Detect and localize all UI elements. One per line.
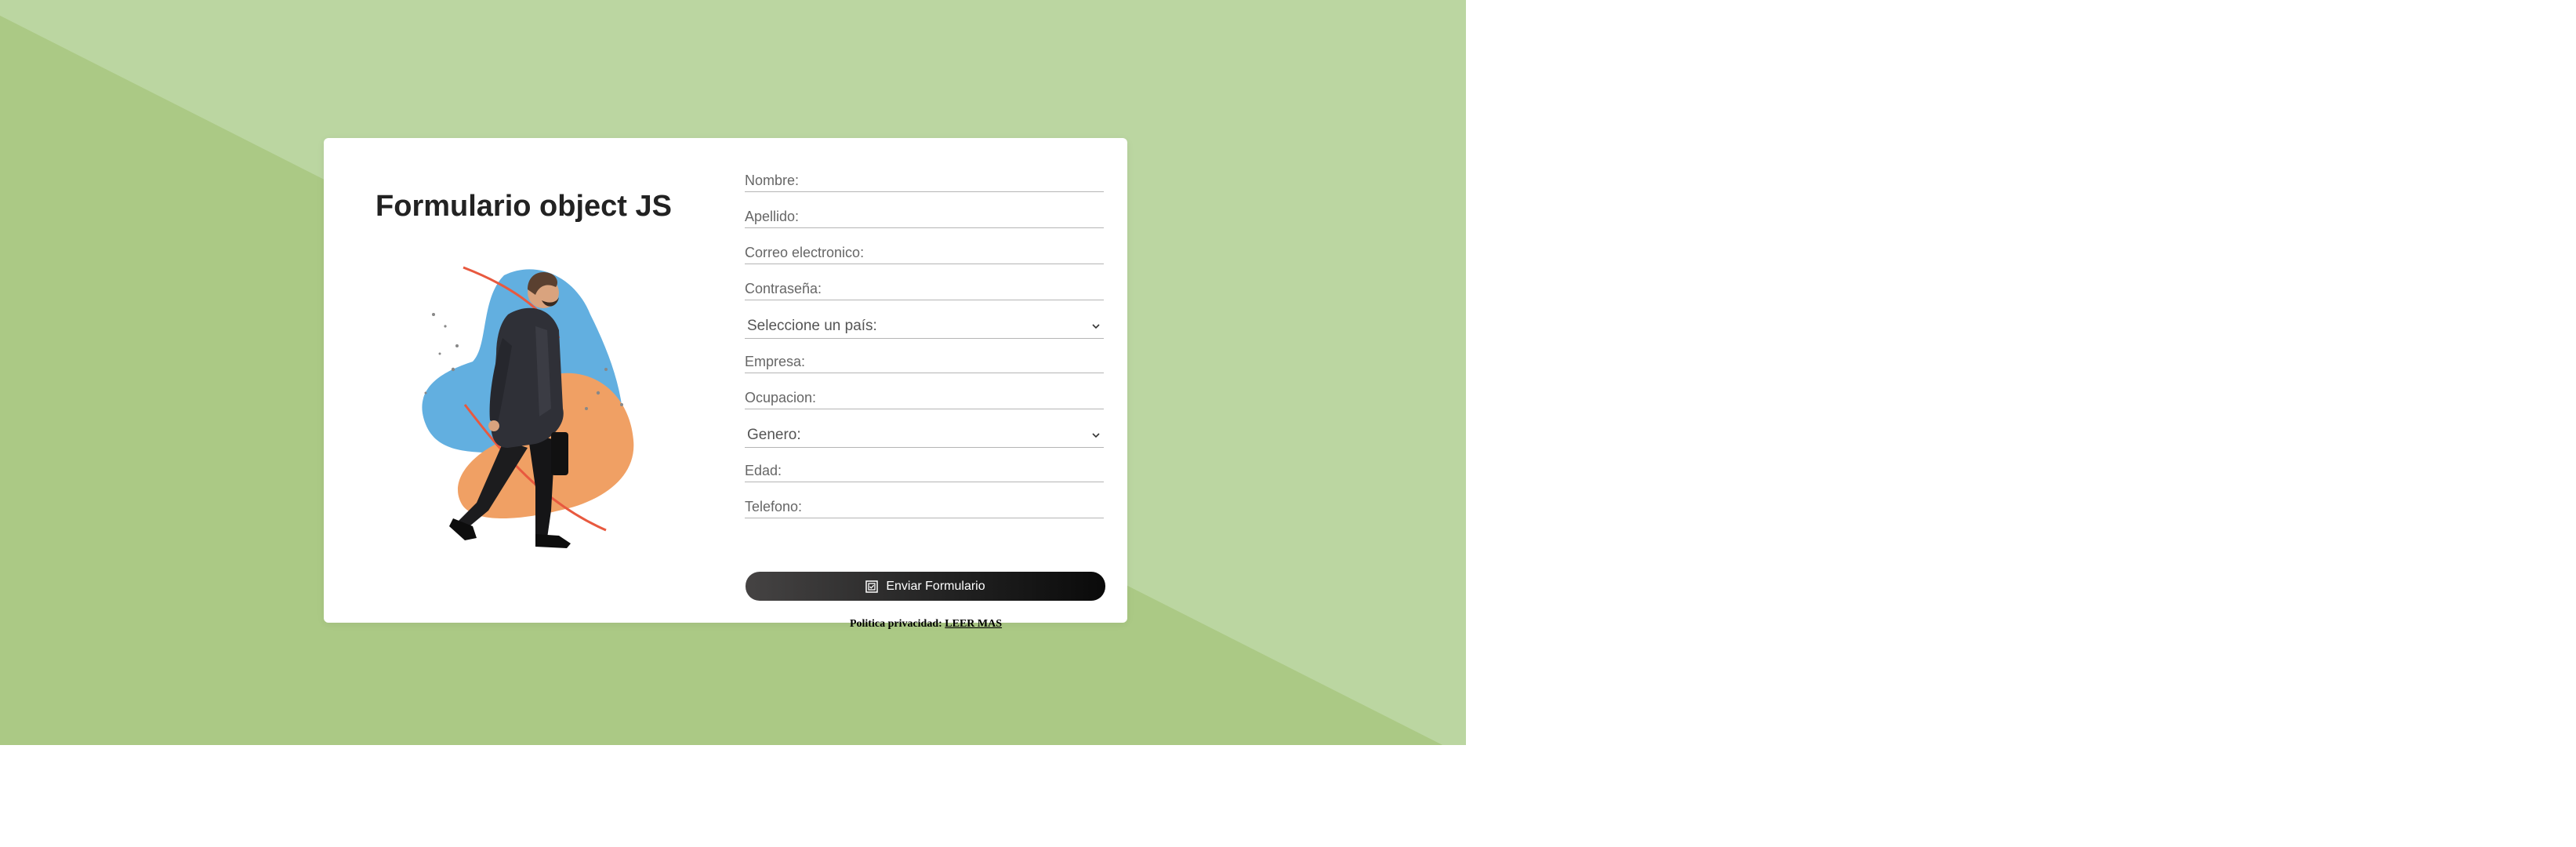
gender-select-row: Genero: (745, 423, 1109, 460)
age-field-row (745, 460, 1109, 496)
email-input[interactable] (745, 242, 1104, 264)
privacy-read-more-link[interactable]: LEER MAS (945, 618, 1002, 630)
card-left-panel: Formulario object JS (324, 138, 724, 623)
chevron-down-icon (1092, 324, 1100, 329)
privacy-label: Politica privacidad: (849, 618, 942, 630)
privacy-notice: Politica privacidad: LEER MAS (745, 618, 1107, 631)
age-input[interactable] (745, 460, 1104, 482)
page-title: Formulario object JS (376, 190, 672, 223)
company-field-row (745, 351, 1109, 387)
registration-form: Seleccione un país: Genero: (745, 169, 1109, 630)
walking-man-illustration (422, 266, 634, 548)
phone-input[interactable] (745, 496, 1104, 518)
occupation-field-row (745, 387, 1109, 423)
form-card: Formulario object JS Nombre: Apellido: C… (324, 138, 1127, 630)
lastname-field-row (745, 205, 1109, 242)
email-field-row (745, 242, 1109, 278)
phone-field-row (745, 496, 1109, 532)
checkbox-icon (865, 580, 879, 593)
country-select-value: Seleccione un país: (747, 318, 877, 334)
password-field-row (745, 278, 1109, 314)
gender-select-value: Genero: (747, 427, 801, 443)
country-select[interactable]: Seleccione un país: (745, 314, 1104, 339)
password-input[interactable] (745, 278, 1104, 300)
page-background: Formulario object JS Nombre: Apellido: C… (0, 0, 1466, 745)
company-input[interactable] (745, 351, 1104, 373)
submit-button[interactable]: Enviar Formulario (746, 572, 1105, 601)
occupation-input[interactable] (745, 387, 1104, 409)
name-field-row (745, 169, 1109, 205)
submit-button-label: Enviar Formulario (886, 579, 985, 593)
chevron-down-icon (1092, 433, 1100, 438)
country-select-row: Seleccione un país: (745, 314, 1109, 351)
gender-select[interactable]: Genero: (745, 424, 1104, 448)
name-input[interactable] (745, 169, 1104, 192)
lastname-input[interactable] (745, 205, 1104, 228)
